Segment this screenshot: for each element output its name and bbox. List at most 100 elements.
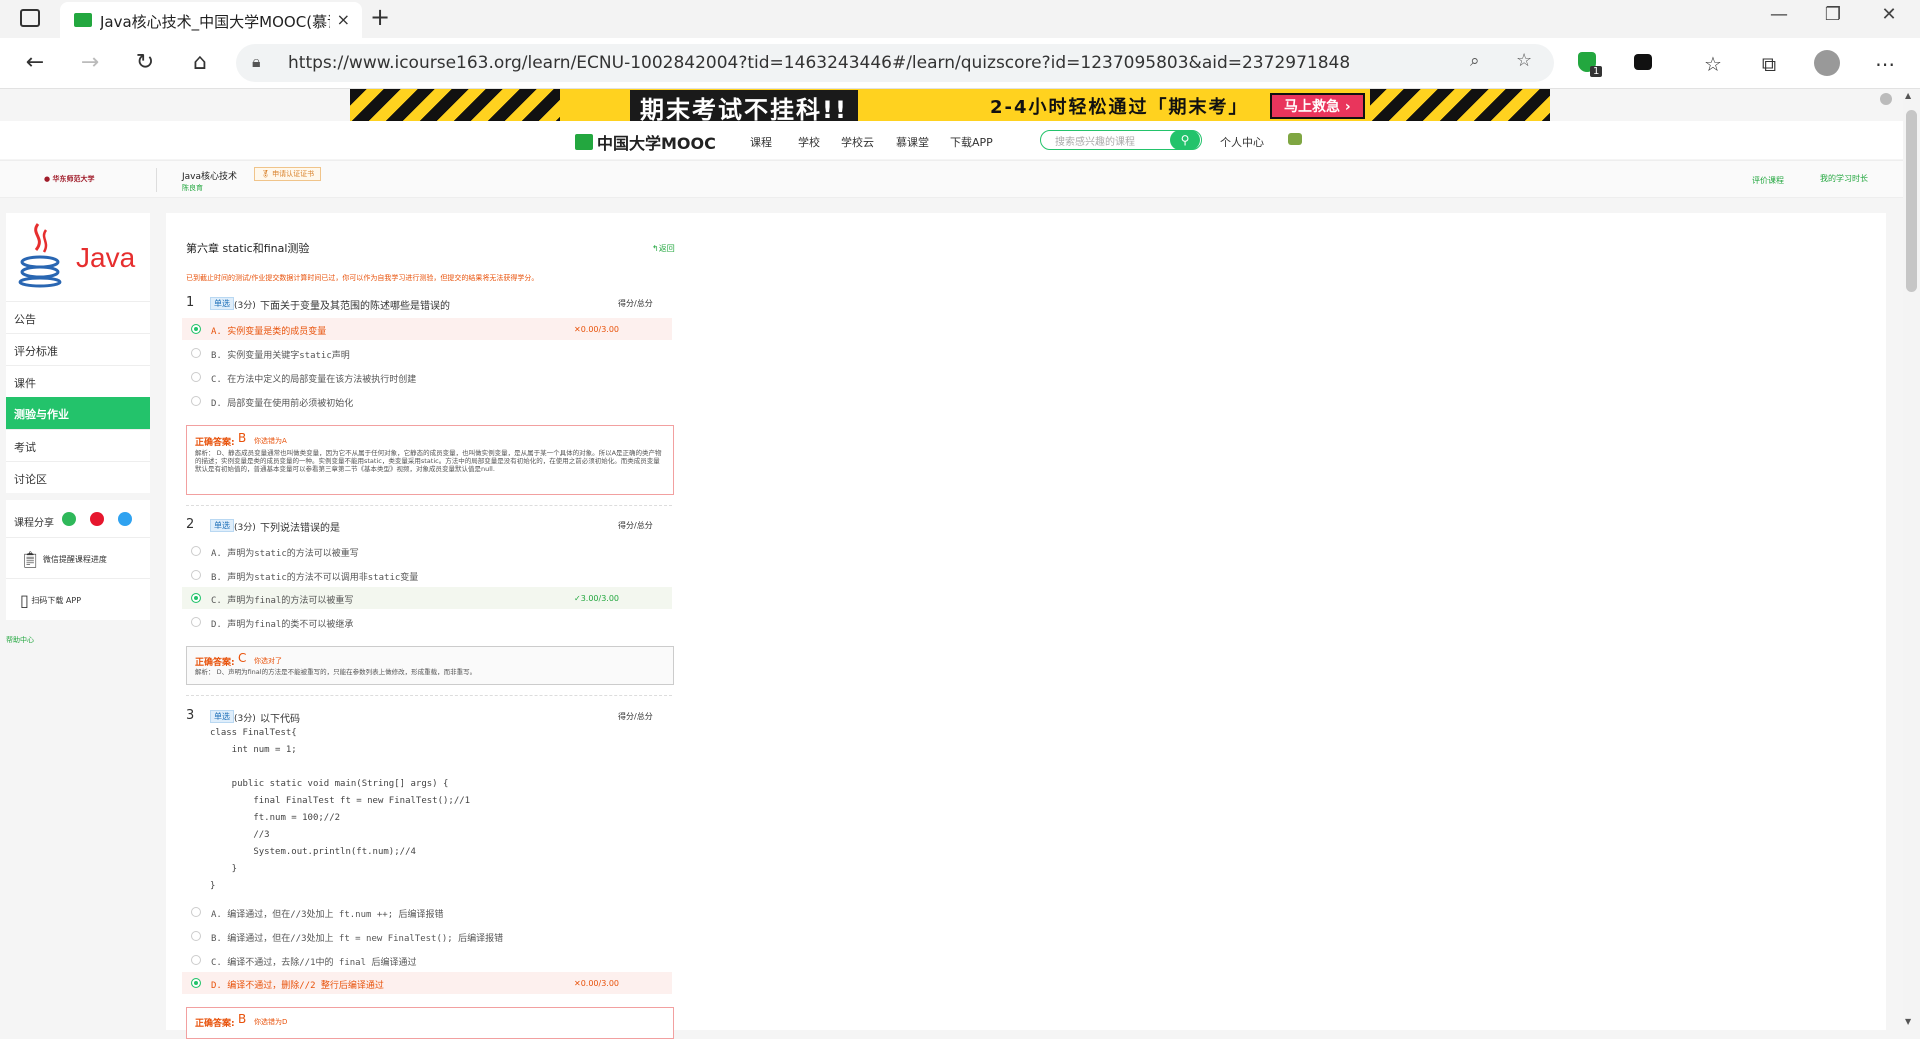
favorite-add-icon[interactable]: ☆ [1516,50,1532,71]
wechat-share-icon[interactable] [62,512,76,526]
nav-schools[interactable]: 学校 [798,134,820,150]
help-center-link[interactable]: 帮助中心 [6,635,34,645]
home-icon[interactable]: ⌂ [185,50,215,75]
question-points: (3分) [234,523,256,533]
weibo-share-icon[interactable] [90,512,104,526]
rate-course-link[interactable]: 评价课程 [1752,175,1784,186]
code-line: ft.num = 100;//2 [210,813,341,823]
sidebar-item-announcement[interactable]: 公告 [6,301,150,334]
collections-icon[interactable]: ⧉ [1754,52,1784,76]
option-radio [191,955,201,965]
option-text: D. 编译不通过，删除//2 整行后编译通过 [211,981,384,991]
sidebar-item-forum[interactable]: 讨论区 [6,461,150,494]
question-type-badge: 单选 [210,710,234,723]
answer-label: 正确答案: [195,438,235,448]
question-text: 下列说法错误的是 [260,523,340,534]
school-logo[interactable]: ● 华东师范大学 [44,174,95,184]
sidebar-item-courseware[interactable]: 课件 [6,365,150,398]
header-divider [156,168,157,192]
option-score: ✕0.00/3.00 [574,979,620,988]
new-tab-button[interactable]: + [370,3,390,31]
java-cup-icon [18,222,62,288]
answer-note: 你选对了 [254,657,282,665]
back-link[interactable]: ↰返回 [652,243,675,254]
zoom-icon[interactable]: ⌕ [1470,51,1480,71]
minimize-icon[interactable]: — [1756,4,1802,25]
option-radio [191,396,201,406]
correct-answer: C [238,651,247,665]
favorites-icon[interactable]: ☆ [1698,52,1728,76]
more-menu-icon[interactable]: ⋯ [1870,52,1900,76]
question-divider [186,695,672,696]
user-avatar-icon[interactable] [1288,133,1302,145]
scroll-down-arrow[interactable]: ▼ [1905,1017,1911,1026]
nav-school-cloud[interactable]: 学校云 [841,134,874,150]
nav-mooc-classroom[interactable]: 慕课堂 [896,134,929,150]
wechat-reminder-link[interactable]: 📋︎ 微信提醒课程进度 [20,550,107,569]
java-logo: Java [14,218,138,294]
sidebar-item-quiz[interactable]: 测验与作业 [6,397,150,429]
quiz-notice: 已到截止时间的测试/作业提交数据计算时间已过，你可以作为自我学习进行测验，但提交… [186,274,539,282]
course-title: Java核心技术 [182,172,238,182]
banner-subtitle: 2-4小时轻松通过「期末考」 [990,97,1249,118]
sidebar-item-grading[interactable]: 评分标准 [6,333,150,366]
cert-button[interactable]: 🏅︎ 申请认证证书 [254,167,322,181]
option-radio [191,907,201,917]
score-label: 得分/总分 [618,712,653,721]
answer-label: 正确答案: [195,1019,235,1029]
cert-icon: 🏅︎ [261,170,270,178]
tab-close-icon[interactable]: × [337,10,350,29]
restore-icon[interactable]: ❐ [1810,4,1856,25]
extension-badge: 1 [1590,66,1603,77]
code-line: //3 [210,830,270,840]
question-number: 1 [186,295,195,310]
nav-courses[interactable]: 课程 [750,134,772,150]
quiz-title: 第六章 static和final测验 [186,242,310,255]
study-time-link[interactable]: 我的学习时长 [1820,173,1868,184]
lock-icon[interactable]: 🔒︎ [252,52,261,72]
address-bar[interactable]: 🔒︎ https://www.icourse163.org/learn/ECNU… [236,44,1554,82]
window-close-icon[interactable]: ✕ [1866,4,1912,25]
option-text: A. 编译通过，但在//3处加上 ft.num ++; 后编译报错 [211,910,444,920]
code-line: } [210,881,216,891]
tab-actions-icon[interactable] [20,9,40,27]
nav-personal-center[interactable]: 个人中心 [1220,134,1264,150]
promo-banner[interactable]: 期末考试不挂科!! 2-4小时轻松通过「期末考」 马上救急 › [350,89,1550,121]
mooc-logo[interactable]: 中国大学MOOC [575,130,716,154]
option-radio [191,931,201,941]
question-type-badge: 单选 [210,519,234,532]
extension-icon[interactable] [1634,54,1652,70]
download-app-link[interactable]: ▯ 扫码下载 APP [20,591,81,610]
search-icon[interactable]: ⚲ [1170,130,1200,150]
answer-note: 你选错为D [254,1018,288,1026]
answer-note: 你选错为A [254,437,287,445]
answer-explanation: 解析： D、声明为final的方法是不能被重写的，只能在参数列表上做修改，形成重… [195,668,477,676]
browser-tab[interactable]: Java核心技术_中国大学MOOC(慕课) × [60,2,362,38]
scroll-up-arrow[interactable]: ▲ [1905,91,1911,100]
code-line: class FinalTest{ [210,728,297,738]
question-points: (3分) [234,714,256,724]
option-radio [191,324,201,334]
sidebar-item-exam[interactable]: 考试 [6,429,150,462]
scrollbar-thumb[interactable] [1906,110,1917,292]
nav-download-app[interactable]: 下载APP [950,134,993,150]
course-teacher[interactable]: 陈良育 [182,183,203,193]
banner-close-dot[interactable] [1880,93,1892,105]
banner-cta-button[interactable]: 马上救急 › [1270,93,1365,119]
back-icon[interactable]: ← [20,50,50,75]
option-radio [191,372,201,382]
refresh-icon[interactable]: ↻ [130,50,160,75]
java-logo-text: Java [76,242,136,273]
option-text: B. 编译通过，但在//3处加上 ft = new FinalTest(); 后… [211,934,504,944]
score-label: 得分/总分 [618,521,653,530]
qq-share-icon[interactable] [118,512,132,526]
question-divider [186,505,672,506]
code-line: System.out.println(ft.num);//4 [210,847,416,857]
profile-avatar[interactable] [1814,50,1840,76]
mooc-logo-icon [575,134,593,150]
question-type-badge: 单选 [210,297,234,310]
url-text[interactable]: https://www.icourse163.org/learn/ECNU-10… [288,53,1350,73]
reminder-icon: 📋︎ [20,550,41,569]
banner-stripes-right [1370,89,1550,121]
forward-icon[interactable]: → [75,50,105,75]
